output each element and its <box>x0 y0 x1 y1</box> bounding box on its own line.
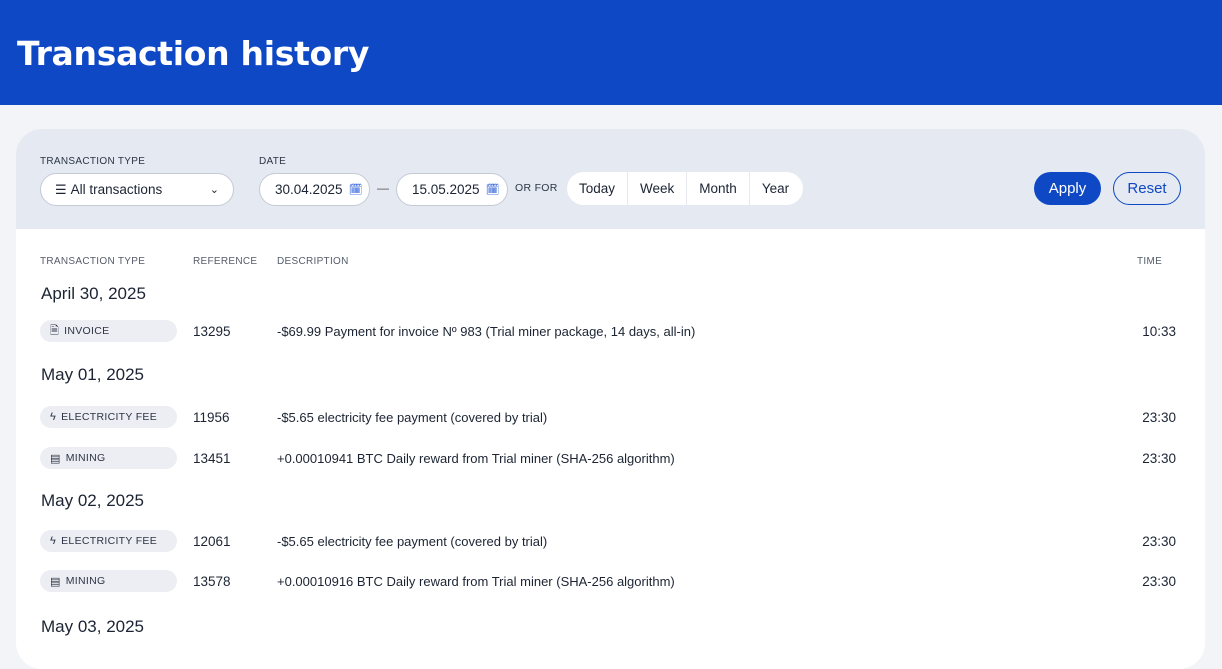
date-label: DATE <box>259 156 287 167</box>
table-row[interactable]: ▤ MINING 13578 +0.00010916 BTC Daily rew… <box>16 570 1205 594</box>
description: -$5.65 electricity fee payment (covered … <box>277 410 548 425</box>
time: 23:30 <box>1142 451 1176 466</box>
page-header: Transaction history <box>0 0 1222 105</box>
server-icon: ▤ <box>50 575 61 588</box>
invoice-icon: 🗎 <box>50 324 60 337</box>
period-year-button[interactable]: Year <box>750 172 803 205</box>
column-header-reference: REFERENCE <box>193 256 258 267</box>
period-month-button[interactable]: Month <box>687 172 750 205</box>
time: 10:33 <box>1142 324 1176 339</box>
table-row[interactable]: ϟ ELECTRICITY FEE 12061 -$5.65 electrici… <box>16 530 1205 554</box>
time: 23:30 <box>1142 410 1176 425</box>
transactions-card: TRANSACTION TYPE ☰ All transactions ⌄ DA… <box>16 129 1205 669</box>
reference: 11956 <box>193 410 230 425</box>
reference: 12061 <box>193 534 231 549</box>
lightning-icon: ϟ <box>50 411 57 423</box>
description: -$69.99 Payment for invoice Nº 983 (Tria… <box>277 324 696 339</box>
type-badge-label: ELECTRICITY FEE <box>61 411 158 423</box>
calendar-icon: 🗓 <box>348 184 363 196</box>
time: 23:30 <box>1142 574 1176 589</box>
date-from-value: 30.04.2025 <box>275 182 343 197</box>
description: +0.00010941 BTC Daily reward from Trial … <box>277 451 675 466</box>
column-header-time: TIME <box>1137 256 1163 267</box>
transaction-type-label: TRANSACTION TYPE <box>40 156 146 167</box>
table-row[interactable]: ▤ MINING 13451 +0.00010941 BTC Daily rew… <box>16 447 1205 471</box>
date-from-input[interactable]: 30.04.2025 🗓 <box>259 173 370 206</box>
column-header-type: TRANSACTION TYPE <box>40 256 146 267</box>
description: -$5.65 electricity fee payment (covered … <box>277 534 548 549</box>
type-badge: ϟ ELECTRICITY FEE <box>40 530 177 552</box>
column-header-description: DESCRIPTION <box>277 256 349 267</box>
apply-button[interactable]: Apply <box>1034 172 1101 205</box>
reset-button[interactable]: Reset <box>1113 172 1181 205</box>
date-to-value: 15.05.2025 <box>412 182 480 197</box>
filter-bar: TRANSACTION TYPE ☰ All transactions ⌄ DA… <box>16 129 1205 229</box>
chevron-down-icon: ⌄ <box>209 184 219 196</box>
type-badge-label: MINING <box>65 452 106 464</box>
group-date: April 30, 2025 <box>41 284 146 303</box>
calendar-icon: 🗓 <box>485 184 500 196</box>
group-date: May 03, 2025 <box>41 617 145 636</box>
period-today-button[interactable]: Today <box>567 172 629 205</box>
date-to-input[interactable]: 15.05.2025 🗓 <box>396 173 508 206</box>
type-badge: ▤ MINING <box>40 570 177 592</box>
type-badge-label: MINING <box>65 575 106 587</box>
table-row[interactable]: 🗎 INVOICE 13295 -$69.99 Payment for invo… <box>16 320 1205 344</box>
type-badge: ▤ MINING <box>40 447 177 469</box>
type-badge-label: INVOICE <box>64 325 110 337</box>
description: +0.00010916 BTC Daily reward from Trial … <box>277 574 675 589</box>
table-row[interactable]: ϟ ELECTRICITY FEE 11956 -$5.65 electrici… <box>16 406 1205 430</box>
transaction-type-select[interactable]: ☰ All transactions ⌄ <box>40 173 234 206</box>
transaction-type-value: All transactions <box>70 182 163 197</box>
group-date: May 02, 2025 <box>41 491 145 510</box>
reference: 13295 <box>193 324 231 339</box>
type-badge: 🗎 INVOICE <box>40 320 177 342</box>
page-title: Transaction history <box>17 34 370 73</box>
period-selector: Today Week Month Year <box>567 172 804 205</box>
lightning-icon: ϟ <box>50 535 57 547</box>
type-badge: ϟ ELECTRICITY FEE <box>40 406 177 428</box>
server-icon: ▤ <box>50 452 61 465</box>
or-for-label: OR FOR <box>515 182 558 194</box>
list-icon: ☰ <box>55 181 67 197</box>
date-range-separator: — <box>377 181 389 195</box>
group-date: May 01, 2025 <box>41 365 145 384</box>
time: 23:30 <box>1142 534 1176 549</box>
reference: 13451 <box>193 451 231 466</box>
type-badge-label: ELECTRICITY FEE <box>61 535 158 547</box>
reference: 13578 <box>193 574 231 589</box>
period-week-button[interactable]: Week <box>628 172 688 205</box>
